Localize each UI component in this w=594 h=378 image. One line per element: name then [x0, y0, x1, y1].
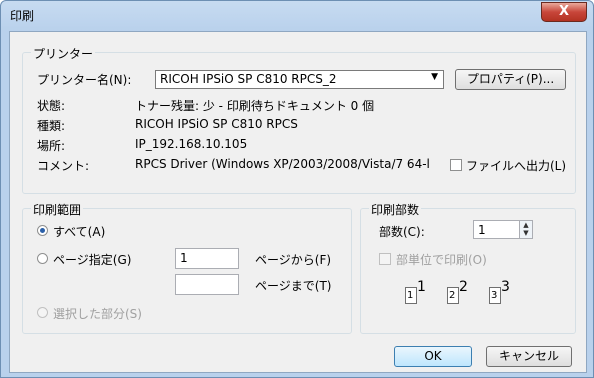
status-value: トナー残量: 少 - 印刷待ちドキュメント 0 個 — [135, 99, 375, 113]
printer-group: プリンター プリンター名(N): RICOH IPSiO SP C810 RPC… — [22, 45, 576, 194]
print-range-group: 印刷範囲 すべて(A) ページ指定(G) 1 ページから(F) ページまで(T)… — [22, 201, 352, 334]
type-label: 種類: — [37, 119, 66, 133]
collate-page-icon: 3 — [489, 287, 501, 304]
properties-button[interactable]: プロパティ(P)... — [455, 69, 566, 90]
where-value: IP_192.168.10.105 — [135, 137, 248, 151]
where-label: 場所: — [37, 139, 66, 153]
window-title: 印刷 — [10, 9, 35, 23]
copies-group: 印刷部数 部数(C): 1 ▲ ▼ 部単位で印刷(O) 1 1 2 2 3 3 — [360, 201, 576, 334]
page-to-input[interactable] — [175, 274, 239, 295]
printer-name-select[interactable]: RICOH IPSiO SP C810 RPCS_2 ▼ — [155, 70, 444, 89]
printer-group-legend: プリンター — [31, 45, 96, 62]
range-selection-radio[interactable] — [37, 307, 48, 318]
range-pages-radio[interactable] — [37, 253, 48, 264]
copies-spinner[interactable]: ▲ ▼ — [519, 220, 533, 239]
type-value: RICOH IPSiO SP C810 RPCS — [135, 117, 298, 131]
collate-page-number: 3 — [501, 279, 510, 295]
printer-name-value: RICOH IPSiO SP C810 RPCS_2 — [160, 72, 337, 86]
range-all-radio[interactable] — [37, 225, 48, 236]
collate-label[interactable]: 部単位で印刷(O) — [396, 251, 487, 268]
print-range-legend: 印刷範囲 — [31, 201, 84, 218]
range-selection-label[interactable]: 選択した部分(S) — [53, 305, 142, 322]
print-to-file-checkbox[interactable] — [450, 159, 462, 171]
spin-up-icon[interactable]: ▲ — [520, 221, 532, 229]
cancel-button[interactable]: キャンセル — [486, 346, 572, 367]
collate-page-number: 2 — [459, 279, 468, 295]
copies-legend: 印刷部数 — [369, 201, 422, 218]
copies-label: 部数(C): — [379, 225, 425, 239]
comment-label: コメント: — [37, 159, 90, 173]
ok-button[interactable]: OK — [394, 346, 472, 367]
collate-checkbox[interactable] — [379, 253, 391, 265]
print-to-file-label[interactable]: ファイルへ出力(L) — [466, 157, 566, 174]
comment-value: RPCS Driver (Windows XP/2003/2008/Vista/… — [135, 157, 430, 171]
title-bar[interactable]: 印刷 X — [1, 1, 593, 29]
collate-page-number: 1 — [417, 279, 426, 295]
close-button[interactable]: X — [541, 2, 587, 22]
range-all-label[interactable]: すべて(A) — [53, 223, 105, 240]
printer-name-label: プリンター名(N): — [37, 73, 132, 87]
print-dialog: 印刷 X プリンター プリンター名(N): RICOH IPSiO SP C81… — [0, 0, 594, 378]
spin-down-icon[interactable]: ▼ — [520, 229, 532, 237]
collate-page-icon: 2 — [447, 287, 459, 304]
collate-page-icon: 1 — [405, 287, 417, 304]
dialog-body: プリンター プリンター名(N): RICOH IPSiO SP C810 RPC… — [9, 31, 587, 373]
status-label: 状態: — [37, 99, 66, 113]
page-to-label: ページまで(T) — [255, 279, 332, 293]
page-from-input[interactable]: 1 — [175, 248, 239, 269]
range-pages-label[interactable]: ページ指定(G) — [53, 251, 131, 268]
chevron-down-icon: ▼ — [431, 72, 438, 82]
page-from-label: ページから(F) — [255, 253, 332, 267]
